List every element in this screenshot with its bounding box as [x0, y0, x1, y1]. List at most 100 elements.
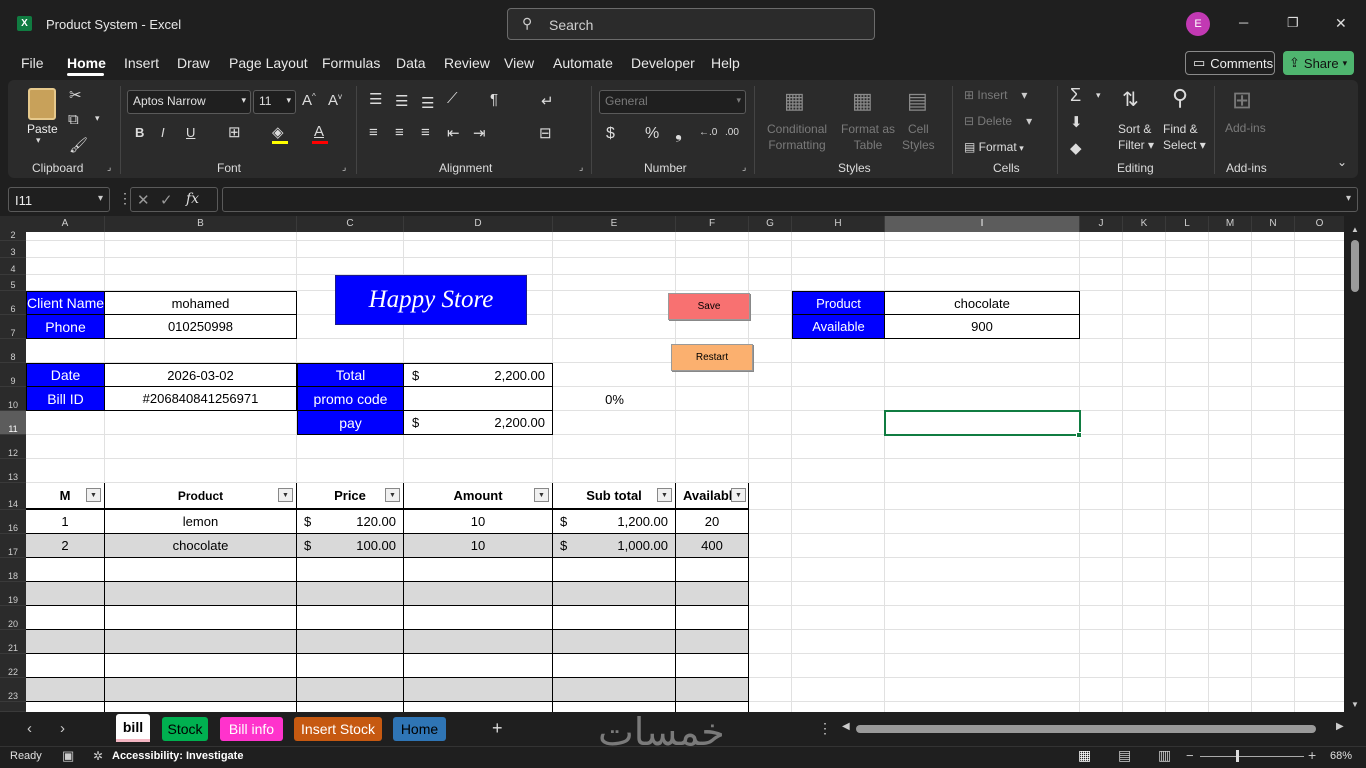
worksheet-grid[interactable]: A B C D E F G H I J K L M N O 2 3 4 5 6 …	[0, 216, 1366, 712]
menu-view[interactable]: View	[504, 55, 534, 71]
row-header-23[interactable]: 23	[0, 678, 26, 702]
close-icon[interactable]: ✕	[1335, 15, 1347, 32]
menu-developer[interactable]: Developer	[631, 55, 695, 71]
table-cell-empty[interactable]	[297, 678, 404, 702]
table-cell-empty[interactable]	[676, 582, 749, 606]
col-header-d[interactable]: D	[404, 216, 553, 232]
underline-button[interactable]: U	[186, 125, 195, 140]
table-cell-empty[interactable]	[105, 678, 297, 702]
horizontal-scrollbar[interactable]: ◀ ▶	[842, 721, 1350, 736]
row-header-14[interactable]: 14	[0, 483, 26, 510]
date-cell[interactable]: 2026-03-02	[104, 363, 297, 387]
percent-button[interactable]: %	[645, 125, 659, 143]
format-as-table-icon[interactable]: ▦	[852, 88, 873, 114]
table-cell-empty[interactable]	[297, 630, 404, 654]
comments-button[interactable]: ▭ Comments	[1185, 51, 1275, 75]
pay-cell[interactable]: $ 2,200.00	[403, 411, 553, 435]
sort-filter-button[interactable]: Sort & Filter ▾	[1118, 121, 1154, 153]
clear-icon[interactable]: ◆	[1070, 139, 1082, 157]
chevron-left-icon[interactable]: ‹	[27, 720, 32, 737]
table-cell-empty[interactable]	[105, 558, 297, 582]
menu-home[interactable]: Home	[67, 55, 106, 71]
conditional-formatting-button[interactable]: Conditional Formatting	[767, 121, 827, 153]
filter-dropdown-icon[interactable]: ▼	[657, 488, 672, 502]
total-cell[interactable]: $ 2,200.00	[403, 363, 553, 387]
col-header-j[interactable]: J	[1080, 216, 1123, 232]
row-header-10[interactable]: 10	[0, 387, 26, 411]
table-cell-empty[interactable]	[105, 630, 297, 654]
row-header-9[interactable]: 9	[0, 363, 26, 387]
filter-dropdown-icon[interactable]: ▼	[86, 488, 101, 502]
menu-page-layout[interactable]: Page Layout	[229, 55, 308, 71]
table-cell-empty[interactable]	[676, 654, 749, 678]
scroll-up-icon[interactable]: ▲	[1351, 225, 1359, 234]
align-middle-icon[interactable]: ☰	[395, 92, 408, 110]
align-left-icon[interactable]: ≡	[369, 124, 378, 141]
menu-data[interactable]: Data	[396, 55, 426, 71]
row-header-17[interactable]: 17	[0, 534, 26, 558]
sheet-tab-home[interactable]: Home	[393, 717, 446, 741]
table-cell-available[interactable]: 400	[676, 534, 749, 558]
menu-formulas[interactable]: Formulas	[322, 55, 380, 71]
accessibility-status[interactable]: Accessibility: Investigate	[112, 750, 243, 762]
insert-cells-button[interactable]: ⊞ Insert ▾	[964, 88, 1027, 102]
fill-color-icon[interactable]: ◈	[272, 123, 284, 141]
row-header-18[interactable]: 18	[0, 558, 26, 582]
add-sheet-icon[interactable]: +	[492, 718, 503, 739]
filter-dropdown-icon[interactable]: ▼	[534, 488, 549, 502]
table-cell-empty[interactable]	[676, 630, 749, 654]
table-cell-empty[interactable]	[553, 558, 676, 582]
table-cell-subtotal[interactable]: $1,200.00	[553, 510, 676, 534]
table-cell-price[interactable]: $100.00	[297, 534, 404, 558]
addins-button[interactable]: Add-ins	[1225, 121, 1266, 135]
table-cell-product[interactable]: lemon	[105, 510, 297, 534]
table-cell-amount[interactable]: 10	[404, 534, 553, 558]
row-header-3[interactable]: 3	[0, 241, 26, 258]
alignment-launcher-icon[interactable]: ⌟	[579, 162, 583, 173]
wrap-text-icon[interactable]: ↵	[541, 92, 554, 110]
increase-decimal-icon[interactable]: ←.0	[699, 127, 717, 138]
client-name-cell[interactable]: mohamed	[104, 291, 297, 315]
paste-icon[interactable]	[28, 88, 56, 120]
table-cell-m[interactable]: 1	[26, 510, 105, 534]
vertical-scrollbar[interactable]: ▲ ▼	[1344, 216, 1366, 712]
page-layout-view-icon[interactable]: ▤	[1118, 747, 1131, 764]
font-size-select[interactable]: 11 ▾	[253, 90, 296, 114]
table-cell-empty[interactable]	[26, 582, 105, 606]
table-cell-empty[interactable]	[404, 678, 553, 702]
table-cell-empty[interactable]	[105, 582, 297, 606]
table-cell-empty[interactable]	[404, 654, 553, 678]
vertical-scroll-thumb[interactable]	[1351, 240, 1359, 292]
name-box[interactable]: I11 ▾	[8, 187, 110, 212]
active-cell-selection[interactable]	[884, 410, 1081, 436]
sort-filter-icon[interactable]: ⇅	[1122, 87, 1139, 112]
autosum-icon[interactable]: Σ	[1070, 85, 1081, 106]
sheet-tab-bill[interactable]: bill	[116, 714, 150, 742]
decrease-decimal-icon[interactable]: .00	[725, 127, 739, 138]
align-right-icon[interactable]: ≡	[421, 124, 430, 141]
table-cell-empty[interactable]	[404, 702, 553, 712]
table-cell-amount[interactable]: 10	[404, 510, 553, 534]
promo-code-cell[interactable]	[403, 387, 553, 411]
lookup-product-cell[interactable]: chocolate	[884, 291, 1080, 315]
clipboard-launcher-icon[interactable]: ⌟	[107, 162, 111, 173]
table-cell-empty[interactable]	[105, 702, 297, 712]
currency-button[interactable]: $	[606, 125, 615, 143]
row-header-16[interactable]: 16	[0, 510, 26, 534]
row-header-24[interactable]	[0, 702, 26, 712]
row-header-20[interactable]: 20	[0, 606, 26, 630]
increase-font-icon[interactable]: A^	[302, 92, 316, 109]
menu-file[interactable]: File	[21, 55, 44, 71]
table-cell-empty[interactable]	[105, 606, 297, 630]
row-header-19[interactable]: 19	[0, 582, 26, 606]
format-as-table-button[interactable]: Format as Table	[841, 121, 895, 153]
table-cell-price[interactable]: $120.00	[297, 510, 404, 534]
table-cell-product[interactable]: chocolate	[105, 534, 297, 558]
zoom-slider[interactable]	[1200, 756, 1304, 757]
table-cell-empty[interactable]	[26, 606, 105, 630]
number-format-select[interactable]: General ▾	[599, 90, 746, 114]
col-header-m[interactable]: M	[1209, 216, 1252, 232]
table-cell-empty[interactable]	[26, 630, 105, 654]
col-header-g[interactable]: G	[749, 216, 792, 232]
col-header-l[interactable]: L	[1166, 216, 1209, 232]
